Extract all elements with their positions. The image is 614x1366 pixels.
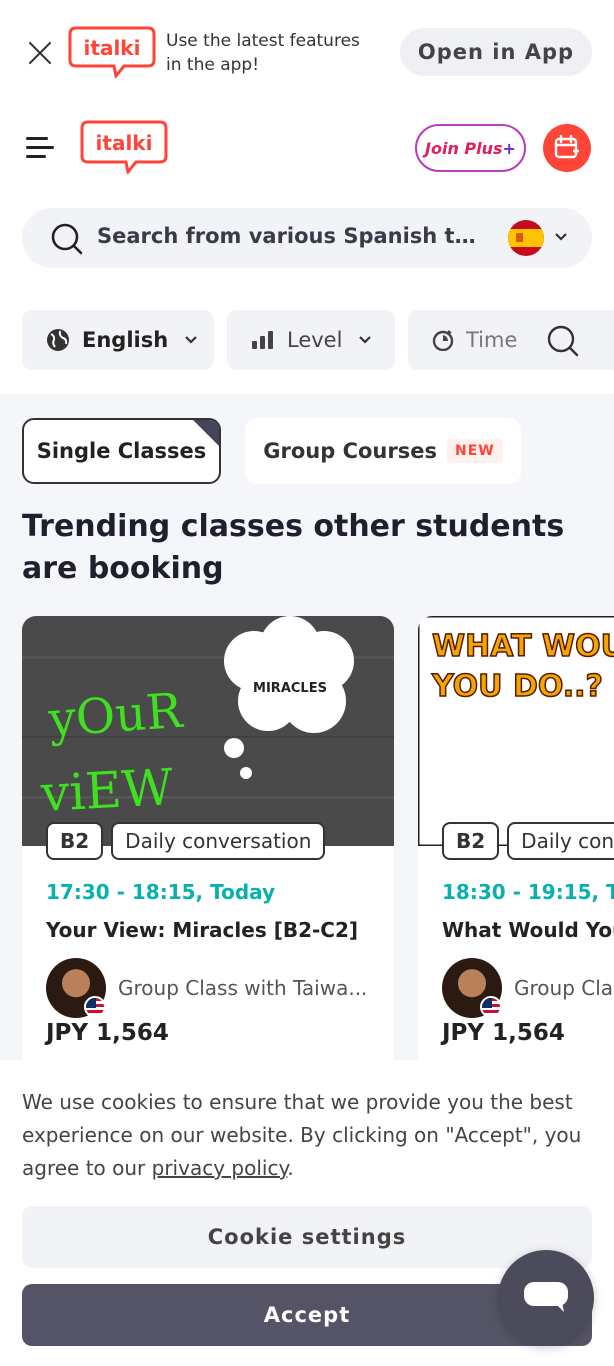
chat-button[interactable]: [498, 1250, 594, 1346]
language-filter[interactable]: English: [22, 310, 214, 370]
level-filter-label: Level: [287, 328, 343, 352]
search-icon: [51, 223, 83, 255]
teacher-name: Group Cla: [514, 976, 614, 1000]
header-logo-text: italki: [96, 131, 153, 155]
banner-logo-text: italki: [84, 36, 141, 60]
level-tag: B2: [46, 822, 104, 860]
chevron-down-icon: [185, 336, 197, 344]
topic-tag: Daily conversation: [111, 822, 326, 860]
teacher-row[interactable]: Group Cla: [442, 958, 614, 1018]
class-title[interactable]: Your View: Miracles [B2-C2]: [46, 918, 358, 942]
cookie-text-before: We use cookies to ensure that we provide…: [22, 1090, 582, 1180]
level-tag: B2: [442, 822, 500, 860]
level-filter[interactable]: Level: [227, 310, 395, 370]
language-filter-label: English: [82, 328, 169, 352]
banner-message: Use the latest features in the app!: [166, 31, 360, 75]
class-card[interactable]: WHAT WOULD YOU DO..? B2 Daily conv 18:30…: [418, 616, 614, 1076]
cookie-settings-button[interactable]: Cookie settings: [22, 1206, 592, 1268]
menu-icon[interactable]: [26, 137, 54, 159]
bar-chart-icon: [252, 331, 273, 349]
cookie-text-after: .: [287, 1156, 294, 1180]
class-price: JPY 1,564: [46, 1020, 169, 1046]
class-tags: B2 Daily conversation: [46, 822, 326, 860]
join-plus-symbol: +: [502, 138, 516, 158]
time-filter-label: Time: [466, 328, 518, 352]
search-icon[interactable]: [546, 324, 580, 358]
calendar-button[interactable]: [543, 124, 591, 172]
class-title[interactable]: What Would You: [442, 918, 614, 942]
tab-single-classes-label: Single Classes: [36, 439, 207, 463]
open-in-app-button[interactable]: Open in App: [400, 28, 592, 76]
class-time: 17:30 - 18:15, Today: [46, 880, 276, 904]
us-flag-icon: [84, 996, 106, 1018]
tab-single-classes[interactable]: Single Classes: [22, 418, 221, 484]
class-tags: B2 Daily conv: [442, 822, 614, 860]
svg-text:viEW: viEW: [39, 758, 176, 823]
italki-logo: italki: [68, 26, 156, 78]
spain-flag-icon[interactable]: [508, 220, 544, 256]
join-plus-button[interactable]: Join Plus+: [415, 124, 526, 172]
app-banner: italki Use the latest features in the ap…: [0, 0, 614, 100]
close-icon[interactable]: [26, 39, 54, 67]
search-placeholder[interactable]: Search from various Spanish teachers: [97, 224, 481, 248]
section-title: Trending classes other students are book…: [22, 509, 565, 586]
avatar: [46, 958, 106, 1018]
class-cover-image: MIRACLES yOuR viEW: [22, 616, 394, 846]
class-price: JPY 1,564: [442, 1020, 565, 1046]
class-time: 18:30 - 19:15, Tod: [442, 880, 614, 904]
filter-bar: English Level Time: [0, 310, 614, 372]
new-badge: NEW: [446, 439, 503, 463]
cookie-message: We use cookies to ensure that we provide…: [22, 1086, 592, 1185]
tab-group-courses-label: Group Courses: [263, 439, 437, 463]
calendar-icon: [554, 135, 579, 159]
chevron-down-icon[interactable]: [554, 232, 568, 242]
chevron-down-icon: [359, 336, 372, 344]
tab-group-courses[interactable]: Group Courses NEW: [245, 418, 521, 484]
teacher-name: Group Class with Taiwa...: [118, 976, 368, 1000]
teacher-row[interactable]: Group Class with Taiwa...: [46, 958, 380, 1018]
globe-icon: [47, 329, 69, 351]
bubble-text: MIRACLES: [253, 681, 327, 696]
svg-text:WHAT WOULD: WHAT WOULD: [432, 629, 614, 664]
svg-text:yOuR: yOuR: [46, 683, 186, 748]
teacher-search-bar[interactable]: Search from various Spanish teachers: [22, 208, 592, 268]
italki-logo[interactable]: italki: [80, 120, 168, 174]
class-card[interactable]: MIRACLES yOuR viEW B2 Daily conversation…: [22, 616, 394, 1076]
header: italki Join Plus+: [0, 100, 614, 200]
selected-corner-marker: [191, 420, 219, 448]
join-plus-label: Join Plus: [425, 138, 503, 158]
us-flag-icon: [480, 996, 502, 1018]
time-filter[interactable]: Time: [408, 310, 614, 370]
avatar: [442, 958, 502, 1018]
class-cover-image: WHAT WOULD YOU DO..?: [418, 616, 614, 846]
clock-icon: [432, 330, 454, 351]
svg-text:YOU DO..?: YOU DO..?: [431, 669, 603, 704]
privacy-policy-link[interactable]: privacy policy: [152, 1156, 288, 1180]
topic-tag: Daily conv: [507, 822, 614, 860]
chat-icon: [524, 1282, 568, 1312]
